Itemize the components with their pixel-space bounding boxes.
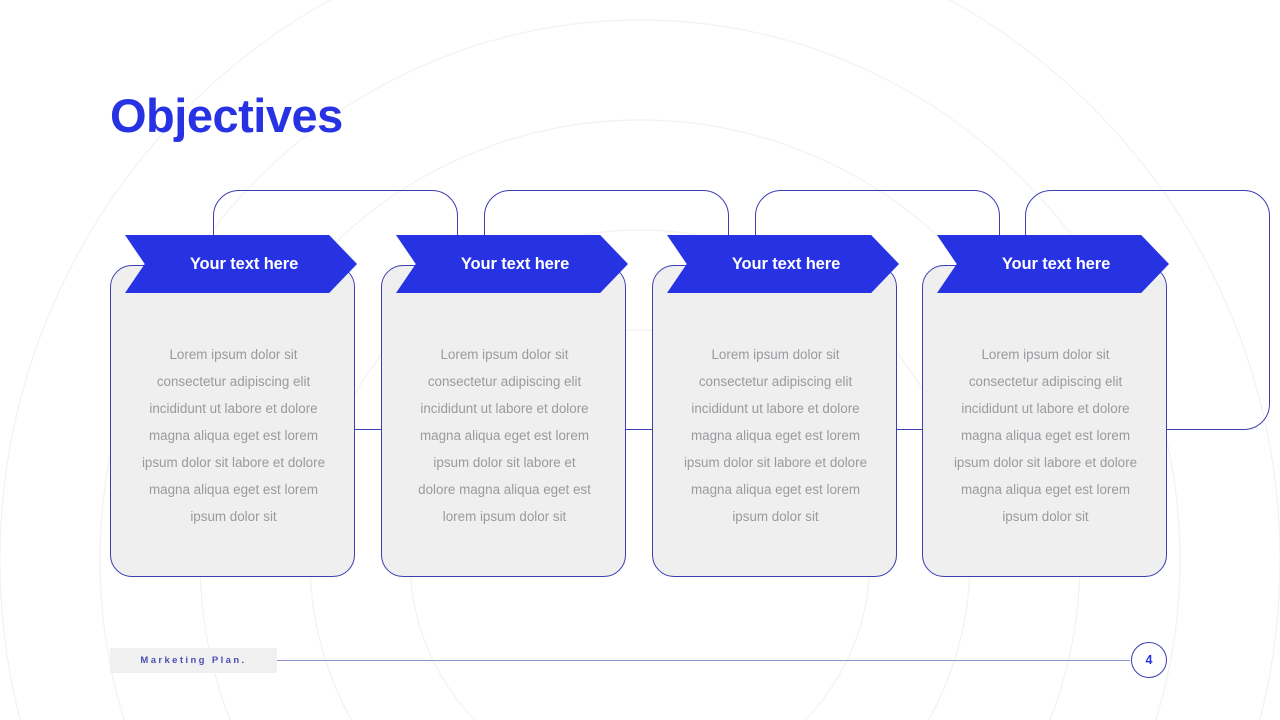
card-body-line: magna aliqua eget est lorem [691,428,860,443]
card-body-line: lorem ipsum dolor sit [442,509,567,524]
card-body-line: ipsum dolor sit [732,509,819,524]
footer-label-chip: Marketing Plan. [110,648,277,673]
card-body-line: magna aliqua eget est lorem [961,428,1130,443]
card-body-line: ipsum dolor sit labore et [433,455,576,470]
page-title: Objectives [110,89,343,142]
card-body-line: Lorem ipsum dolor sit [440,347,569,362]
card-body-line: magna aliqua eget est lorem [149,428,318,443]
card-body-3: Lorem ipsum dolor sit consectetur adipis… [661,341,890,530]
page-number: 4 [1145,653,1153,667]
card-body-line: incididunt ut labore et dolore [961,401,1130,416]
card-body-line: Lorem ipsum dolor sit [711,347,840,362]
card-ribbon-banner-2[interactable]: Your text here [396,235,628,293]
footer-label: Marketing Plan. [140,655,247,666]
card-body-line: magna aliqua eget est lorem [691,482,860,497]
card-body-line: consectetur adipiscing elit [968,374,1123,389]
card-body-line: incididunt ut labore et dolore [149,401,318,416]
card-body-line: dolore magna aliqua eget est [418,482,591,497]
card-ribbon-banner-1[interactable]: Your text here [125,235,357,293]
card-body-line: Lorem ipsum dolor sit [169,347,298,362]
card-body-line: incididunt ut labore et dolore [691,401,860,416]
card-body-line: Lorem ipsum dolor sit [981,347,1110,362]
card-heading-3: Your text here [731,254,841,273]
card-heading-2: Your text here [460,254,570,273]
card-body-line: magna aliqua eget est lorem [420,428,589,443]
card-body-line: consectetur adipiscing elit [427,374,582,389]
card-panel-2: Lorem ipsum dolor sit consectetur adipis… [381,265,626,577]
card-body-line: ipsum dolor sit labore et dolore [953,455,1138,470]
card-heading-1: Your text here [189,254,299,273]
slide-canvas: Objectives Lorem ipsum dolor sit consect… [0,0,1280,720]
card-body-4: Lorem ipsum dolor sit consectetur adipis… [931,341,1160,530]
card-panel-4: Lorem ipsum dolor sit consectetur adipis… [922,265,1167,577]
card-panel-3: Lorem ipsum dolor sit consectetur adipis… [652,265,897,577]
card-panel-1: Lorem ipsum dolor sit consectetur adipis… [110,265,355,577]
card-body-line: ipsum dolor sit [190,509,277,524]
card-body-line: magna aliqua eget est lorem [961,482,1130,497]
card-body-1: Lorem ipsum dolor sit consectetur adipis… [119,341,348,530]
card-body-line: magna aliqua eget est lorem [149,482,318,497]
card-body-line: ipsum dolor sit labore et dolore [683,455,868,470]
card-body-line: consectetur adipiscing elit [156,374,311,389]
card-ribbon-banner-3[interactable]: Your text here [667,235,899,293]
card-body-line: consectetur adipiscing elit [698,374,853,389]
card-ribbon-banner-4[interactable]: Your text here [937,235,1169,293]
page-number-badge: 4 [1131,642,1167,678]
card-body-2: Lorem ipsum dolor sit consectetur adipis… [390,341,619,530]
card-body-line: ipsum dolor sit labore et dolore [141,455,326,470]
card-heading-4: Your text here [1001,254,1111,273]
card-body-line: ipsum dolor sit [1002,509,1089,524]
footer-divider-line [277,660,1130,661]
card-body-line: incididunt ut labore et dolore [420,401,589,416]
